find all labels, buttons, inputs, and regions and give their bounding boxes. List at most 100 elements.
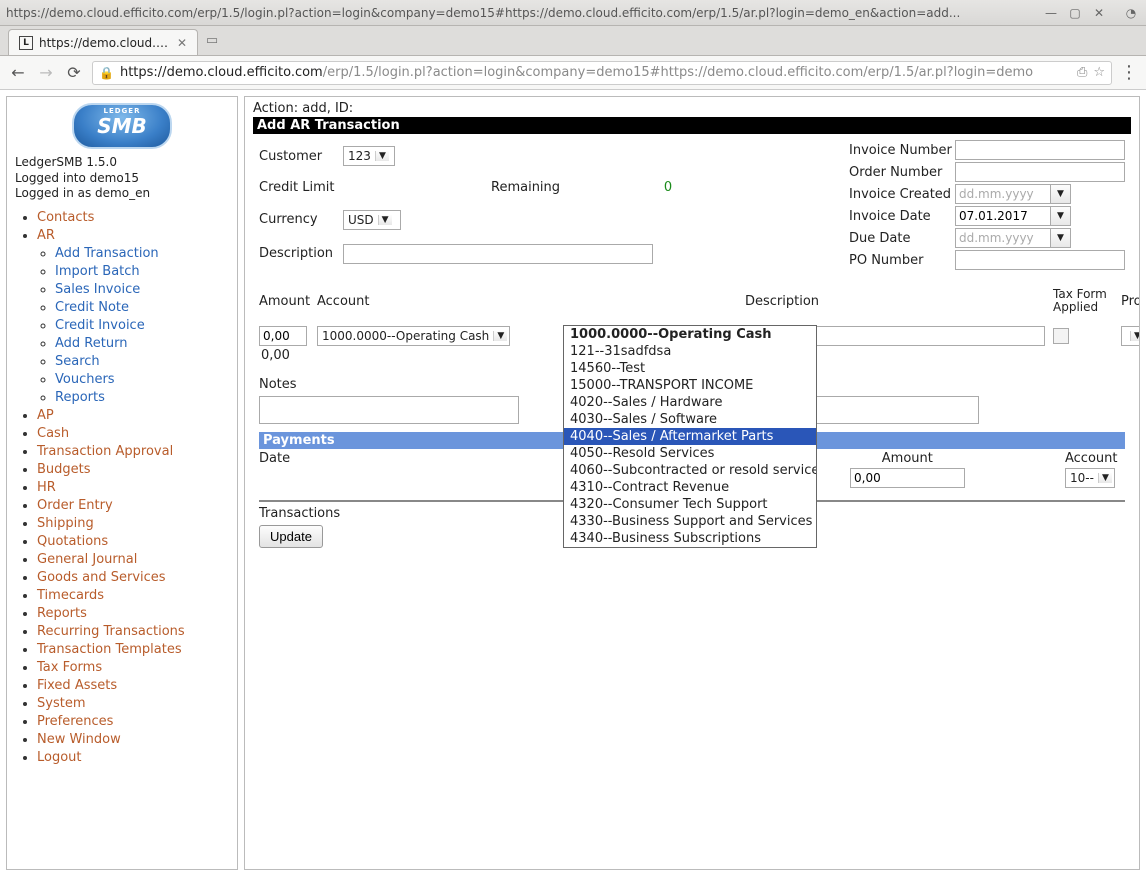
user-icon[interactable]: ◔ [1122, 4, 1140, 22]
nav-subitem[interactable]: Vouchers [55, 372, 115, 387]
dropdown-option[interactable]: 15000--TRANSPORT INCOME [564, 377, 816, 394]
due-date-input[interactable] [955, 228, 1051, 248]
currency-label: Currency [259, 212, 337, 227]
order-number-input[interactable] [955, 162, 1125, 182]
description-input[interactable] [343, 244, 653, 264]
nav-subitem[interactable]: Add Transaction [55, 246, 159, 261]
back-icon[interactable]: ← [8, 63, 28, 82]
pay-amount-label: Amount [850, 451, 965, 466]
amount-input[interactable] [259, 326, 307, 346]
close-icon[interactable]: ✕ [1090, 4, 1108, 22]
notes-label: Notes [259, 377, 519, 392]
browser-tabbar: L https://demo.cloud.effic ✕ ▭ [0, 26, 1146, 56]
nav-item[interactable]: Shipping [37, 516, 94, 531]
nav-item[interactable]: Tax Forms [37, 660, 102, 675]
dropdown-option[interactable]: 4060--Subcontracted or resold services [564, 462, 816, 479]
customer-select[interactable]: 123▼ [343, 146, 395, 166]
nav-subitem[interactable]: Credit Invoice [55, 318, 145, 333]
invoice-number-label: Invoice Number [849, 143, 949, 158]
status-block: LedgerSMB 1.5.0 Logged into demo15 Logge… [15, 155, 229, 202]
invoice-date-input[interactable] [955, 206, 1051, 226]
remaining-label: Remaining [491, 180, 591, 195]
invoice-created-input[interactable] [955, 184, 1051, 204]
dropdown-option[interactable]: 4050--Resold Services [564, 445, 816, 462]
dropdown-option[interactable]: 4030--Sales / Software [564, 411, 816, 428]
project-select[interactable]: ▼ [1121, 326, 1140, 346]
nav-item[interactable]: HR [37, 480, 56, 495]
dropdown-option[interactable]: 1000.0000--Operating Cash [564, 326, 816, 343]
pay-date-label: Date [259, 451, 359, 466]
new-tab-icon[interactable]: ▭ [202, 33, 222, 48]
po-number-label: PO Number [849, 253, 949, 268]
pay-account-select[interactable]: 10--▼ [1065, 468, 1115, 488]
nav-item[interactable]: Quotations [37, 534, 108, 549]
maximize-icon[interactable]: ▢ [1066, 4, 1084, 22]
chevron-down-icon: ▼ [1098, 473, 1112, 483]
nav-item[interactable]: Logout [37, 750, 82, 765]
pay-amount-input[interactable] [850, 468, 965, 488]
project-header: Project [1121, 294, 1140, 309]
account-select[interactable]: 1000.0000--Operating Cash▼ [317, 326, 510, 346]
nav-item[interactable]: AP [37, 408, 54, 423]
amount-header: Amount [259, 294, 309, 309]
nav-subitem[interactable]: Credit Note [55, 300, 129, 315]
url-bar[interactable]: 🔒 https://demo.cloud.efficito.com/erp/1.… [92, 61, 1112, 85]
nav-subitem[interactable]: Import Batch [55, 264, 140, 279]
form-title: Add AR Transaction [253, 117, 1131, 134]
nav-item[interactable]: Goods and Services [37, 570, 166, 585]
nav-item[interactable]: Budgets [37, 462, 91, 477]
dropdown-option[interactable]: 4020--Sales / Hardware [564, 394, 816, 411]
dropdown-option[interactable]: 121--31sadfdsa [564, 343, 816, 360]
nav-item[interactable]: Recurring Transactions [37, 624, 185, 639]
po-number-input[interactable] [955, 250, 1125, 270]
dropdown-option[interactable]: 4310--Contract Revenue [564, 479, 816, 496]
browser-tab[interactable]: L https://demo.cloud.effic ✕ [8, 29, 198, 55]
reload-icon[interactable]: ⟳ [64, 63, 84, 82]
logo: LEDGER SMB [15, 103, 229, 149]
nav-item[interactable]: Transaction Templates [37, 642, 182, 657]
chevron-down-icon[interactable]: ▼ [1051, 228, 1071, 248]
nav-subitem[interactable]: Sales Invoice [55, 282, 140, 297]
chevron-down-icon[interactable]: ▼ [1051, 206, 1071, 226]
description-label: Description [259, 246, 337, 261]
nav-item[interactable]: AR [37, 228, 55, 243]
nav-subitem[interactable]: Add Return [55, 336, 127, 351]
update-button[interactable]: Update [259, 525, 323, 548]
chevron-down-icon: ▼ [375, 151, 389, 161]
nav-item[interactable]: Fixed Assets [37, 678, 117, 693]
dropdown-option[interactable]: 14560--Test [564, 360, 816, 377]
bookmark-icon[interactable]: ☆ [1093, 65, 1105, 80]
nav-item[interactable]: Reports [37, 606, 87, 621]
notes-textarea[interactable] [259, 396, 519, 424]
dropdown-option[interactable]: 4330--Business Support and Services [564, 513, 816, 530]
nav-item[interactable]: General Journal [37, 552, 137, 567]
chevron-down-icon: ▼ [378, 215, 392, 225]
nav-item[interactable]: Preferences [37, 714, 113, 729]
invoice-number-input[interactable] [955, 140, 1125, 160]
remaining-value: 0 [597, 180, 739, 195]
taxform-checkbox[interactable] [1053, 328, 1069, 344]
nav-item[interactable]: Transaction Approval [37, 444, 173, 459]
dropdown-option[interactable]: 4040--Sales / Aftermarket Parts [564, 428, 816, 445]
invoice-created-label: Invoice Created [849, 187, 949, 202]
invoice-date-label: Invoice Date [849, 209, 949, 224]
nav-item[interactable]: Order Entry [37, 498, 113, 513]
account-dropdown[interactable]: 1000.0000--Operating Cash121--31sadfdsa1… [563, 325, 817, 548]
tab-close-icon[interactable]: ✕ [177, 36, 187, 50]
nav-item[interactable]: Contacts [37, 210, 94, 225]
site-info-icon[interactable]: ⎙ [1077, 65, 1087, 80]
nav-item[interactable]: System [37, 696, 85, 711]
nav-subitem[interactable]: Search [55, 354, 100, 369]
currency-select[interactable]: USD▼ [343, 210, 401, 230]
chevron-down-icon[interactable]: ▼ [1051, 184, 1071, 204]
dropdown-option[interactable]: 4340--Business Subscriptions [564, 530, 816, 547]
chevron-down-icon: ▼ [493, 331, 507, 341]
menu-icon[interactable]: ⋮ [1120, 62, 1138, 83]
minimize-icon[interactable]: — [1042, 4, 1060, 22]
nav-item[interactable]: Cash [37, 426, 69, 441]
nav-subitem[interactable]: Reports [55, 390, 105, 405]
nav-item[interactable]: New Window [37, 732, 121, 747]
nav-item[interactable]: Timecards [37, 588, 104, 603]
dropdown-option[interactable]: 4320--Consumer Tech Support [564, 496, 816, 513]
user-text: Logged in as demo_en [15, 186, 229, 202]
